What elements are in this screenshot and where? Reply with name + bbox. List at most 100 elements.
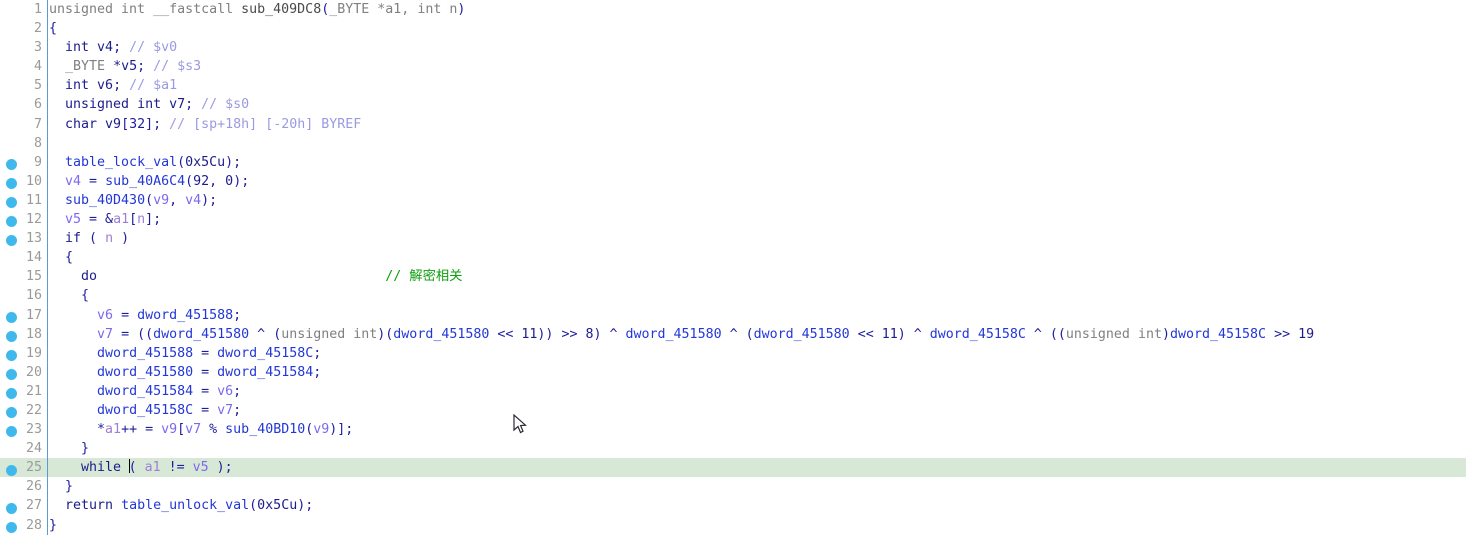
line-gutter[interactable]: 10 [0,172,47,191]
line-gutter[interactable]: 23 [0,420,47,439]
breakpoint-dot-icon[interactable] [6,235,17,247]
code-lines-container[interactable]: 1 unsigned int __fastcall sub_409DC8(_BYT… [0,0,1466,535]
code-line[interactable]: 7 char v9[32]; // [sp+18h] [-20h] BYREF [0,114,1466,134]
line-gutter[interactable]: 7 [0,115,47,134]
code-line[interactable]: 18 v7 = ((dword_451580 ^ (unsigned int)(… [0,324,1466,344]
code-line[interactable]: 17 v6 = dword_451588; [0,305,1466,325]
line-gutter[interactable]: 26 [0,477,47,496]
breakpoint-dot-icon[interactable] [6,521,17,533]
breakpoint-dot-icon[interactable] [6,197,17,209]
code-line[interactable]: 20 dword_451580 = dword_451584; [0,362,1466,382]
code-text[interactable]: } [49,439,89,458]
code-line[interactable]: 9 table_lock_val(0x5Cu); [0,152,1466,172]
line-gutter[interactable]: 3 [0,38,47,57]
code-line[interactable]: 1 unsigned int __fastcall sub_409DC8(_BYT… [0,0,1466,20]
line-gutter[interactable]: 2 [0,19,47,38]
code-text[interactable]: return table_unlock_val(0x5Cu); [49,496,313,515]
code-text[interactable]: { [49,19,57,38]
code-text[interactable]: *a1++ = v9[v7 % sub_40BD10(v9)]; [49,420,353,439]
line-gutter[interactable]: 16 [0,286,47,305]
code-text[interactable]: int v4; // $v0 [49,38,177,57]
pseudocode-view[interactable]: 1 unsigned int __fastcall sub_409DC8(_BYT… [0,0,1466,535]
breakpoint-dot-icon[interactable] [6,464,17,476]
code-line[interactable]: 5 int v6; // $a1 [0,76,1466,96]
code-text[interactable]: } [49,516,57,535]
code-text[interactable]: do // 解密相关 [49,267,462,286]
code-line[interactable]: 8 [0,133,1466,153]
code-text[interactable]: dword_45158C = v7; [49,401,241,420]
code-line[interactable]: 19 dword_451588 = dword_45158C; [0,343,1466,363]
code-line[interactable]: 16 { [0,286,1466,306]
code-line[interactable]: 27 return table_unlock_val(0x5Cu); [0,496,1466,516]
line-gutter[interactable]: 25 [0,458,47,477]
breakpoint-dot-icon[interactable] [6,369,17,381]
breakpoint-dot-icon[interactable] [6,178,17,190]
code-text[interactable]: unsigned int __fastcall sub_409DC8(_BYTE… [49,0,465,19]
line-gutter[interactable]: 21 [0,382,47,401]
code-text[interactable]: char v9[32]; // [sp+18h] [-20h] BYREF [49,115,361,134]
code-line[interactable]: 2{ [0,19,1466,39]
breakpoint-dot-icon[interactable] [6,426,17,438]
code-text[interactable]: v6 = dword_451588; [49,306,241,325]
code-line[interactable]: 3 int v4; // $v0 [0,38,1466,58]
code-line[interactable]: 21 dword_451584 = v6; [0,381,1466,401]
line-gutter[interactable]: 5 [0,76,47,95]
code-line[interactable]: 26 } [0,477,1466,497]
line-gutter[interactable]: 28 [0,516,47,535]
code-line[interactable]: 4 _BYTE *v5; // $s3 [0,57,1466,77]
breakpoint-dot-icon[interactable] [6,159,17,171]
line-gutter[interactable]: 14 [0,248,47,267]
line-gutter[interactable]: 8 [0,134,47,153]
line-gutter[interactable]: 13 [0,229,47,248]
code-text[interactable]: int v6; // $a1 [49,76,177,95]
line-gutter[interactable]: 27 [0,496,47,515]
code-line[interactable]: 22 dword_45158C = v7; [0,400,1466,421]
breakpoint-dot-icon[interactable] [6,407,17,419]
code-text[interactable]: unsigned int v7; // $s0 [49,95,249,114]
code-line[interactable]: 13 if ( n ) [0,229,1466,249]
line-gutter[interactable]: 11 [0,191,47,210]
breakpoint-dot-icon[interactable] [6,216,17,228]
line-gutter[interactable]: 12 [0,210,47,229]
line-gutter[interactable]: 1 [0,0,47,19]
breakpoint-dot-icon[interactable] [6,311,17,323]
code-line[interactable]: 12 v5 = &a1[n]; [0,210,1466,230]
code-line[interactable]: 28} [0,515,1466,535]
code-line[interactable]: 24 } [0,439,1466,459]
breakpoint-dot-icon[interactable] [6,388,17,400]
breakpoint-dot-icon[interactable] [6,349,17,361]
breakpoint-dot-icon[interactable] [6,330,17,342]
code-text[interactable]: dword_451580 = dword_451584; [49,363,321,382]
line-gutter[interactable]: 6 [0,95,47,114]
line-gutter[interactable]: 19 [0,344,47,363]
line-gutter[interactable]: 15 [0,267,47,286]
line-gutter[interactable]: 9 [0,153,47,172]
code-text[interactable]: dword_451588 = dword_45158C; [49,344,321,363]
line-gutter[interactable]: 18 [0,325,47,344]
code-line[interactable]: 11 sub_40D430(v9, v4); [0,190,1466,211]
code-line[interactable]: 15 do // 解密相关 [0,267,1466,287]
code-text[interactable]: v7 = ((dword_451580 ^ (unsigned int)(dwo… [49,325,1314,344]
line-gutter[interactable]: 17 [0,306,47,325]
code-text[interactable]: sub_40D430(v9, v4); [49,191,217,210]
code-text[interactable]: _BYTE *v5; // $s3 [49,57,201,76]
code-line[interactable]: 10 v4 = sub_40A6C4(92, 0); [0,171,1466,191]
code-text[interactable]: table_lock_val(0x5Cu); [49,153,241,172]
code-line[interactable]: 6 unsigned int v7; // $s0 [0,95,1466,115]
code-text[interactable]: } [49,477,73,496]
line-gutter[interactable]: 4 [0,57,47,76]
line-gutter[interactable]: 24 [0,439,47,458]
line-gutter[interactable]: 20 [0,363,47,382]
code-text[interactable]: { [49,248,73,267]
code-text[interactable]: v4 = sub_40A6C4(92, 0); [49,172,249,191]
code-line[interactable]: 23 *a1++ = v9[v7 % sub_40BD10(v9)]; [0,420,1466,440]
code-text[interactable]: { [49,286,89,305]
code-text[interactable]: if ( n ) [49,229,129,248]
line-gutter[interactable]: 22 [0,401,47,420]
breakpoint-dot-icon[interactable] [6,502,17,514]
code-text[interactable]: v5 = &a1[n]; [49,210,161,229]
code-line[interactable]: 14 { [0,248,1466,268]
code-line[interactable]: 25 while ( a1 != v5 ); [0,458,1466,478]
code-text[interactable]: dword_451584 = v6; [49,382,241,401]
code-text[interactable]: while ( a1 != v5 ); [49,458,233,477]
